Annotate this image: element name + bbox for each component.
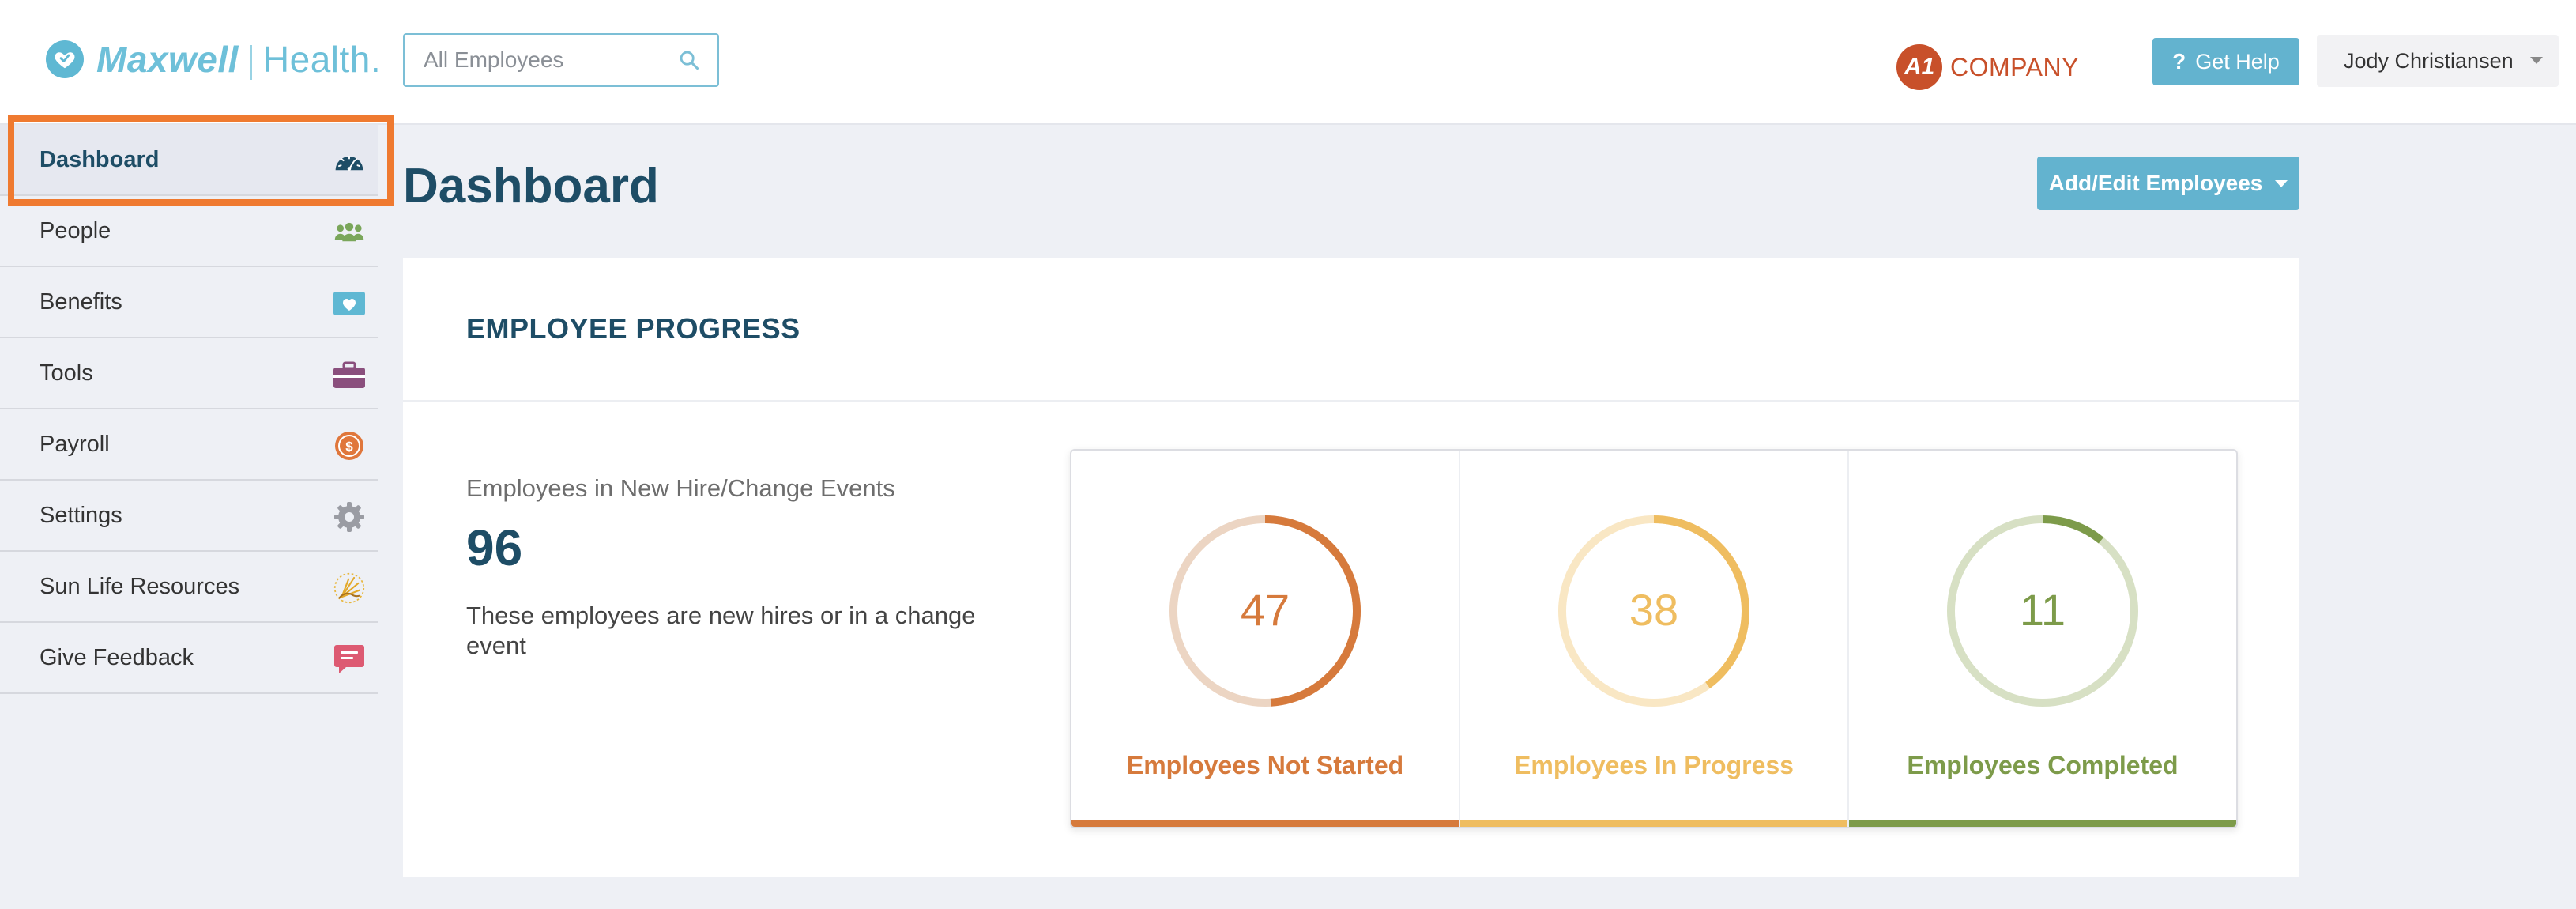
- sidebar-item-give-feedback[interactable]: Give Feedback: [0, 623, 378, 694]
- sidebar-item-label: Sun Life Resources: [40, 573, 240, 599]
- company-badge: A1: [1896, 44, 1942, 90]
- company-name: COMPANY: [1950, 52, 2079, 81]
- progress-stats-panel: 47 Employees Not Started 38 Employees In…: [1070, 449, 2238, 828]
- stat-value: 47: [1241, 585, 1290, 635]
- heart-card-icon: [333, 288, 365, 319]
- stat-not-started[interactable]: 47 Employees Not Started: [1071, 451, 1460, 827]
- company-logo: A1 COMPANY: [1896, 44, 2079, 90]
- maxwell-heart-icon: [46, 40, 84, 78]
- get-help-button[interactable]: ? Get Help: [2152, 38, 2299, 85]
- get-help-label: Get Help: [2195, 49, 2280, 74]
- sidebar-item-payroll[interactable]: Payroll $: [0, 409, 378, 481]
- sidebar-item-dashboard[interactable]: Dashboard: [0, 125, 378, 196]
- logo-separator: [249, 44, 252, 80]
- sidebar-item-people[interactable]: People: [0, 196, 378, 267]
- summary-label: Employees in New Hire/Change Events: [466, 474, 895, 502]
- sidebar-item-label: Give Feedback: [40, 644, 194, 670]
- svg-text:$: $: [345, 439, 353, 455]
- logo-word-maxwell: Maxwell: [96, 39, 239, 80]
- top-header: Maxwell Health. A1 COMPANY ? Get Help Jod…: [0, 0, 2576, 125]
- people-icon: [333, 217, 365, 248]
- stat-in-progress[interactable]: 38 Employees In Progress: [1460, 451, 1849, 827]
- chevron-down-icon: [2530, 57, 2543, 64]
- gear-icon: [333, 501, 365, 533]
- card-header: EMPLOYEE PROGRESS: [403, 258, 2299, 402]
- speedometer-icon: [333, 145, 365, 177]
- toolbox-icon: [333, 359, 365, 390]
- sidebar-item-label: Tools: [40, 360, 93, 386]
- feedback-icon: [333, 643, 365, 675]
- sidebar-item-label: Payroll: [40, 431, 110, 457]
- sidebar-item-label: Dashboard: [40, 146, 160, 172]
- add-edit-employees-button[interactable]: Add/Edit Employees: [2037, 157, 2299, 210]
- employee-progress-card: EMPLOYEE PROGRESS Employees in New Hire/…: [403, 258, 2299, 877]
- stat-label: Employees Not Started: [1126, 751, 1404, 779]
- sun-life-icon: [333, 572, 365, 604]
- sidebar-item-tools[interactable]: Tools: [0, 338, 378, 409]
- donut-completed: 11: [1947, 515, 2138, 707]
- stat-value: 11: [2020, 585, 2066, 635]
- sidebar-item-label: Benefits: [40, 289, 122, 315]
- sidebar-item-label: People: [40, 217, 111, 243]
- stat-label: Employees In Progress: [1514, 751, 1794, 779]
- search-icon[interactable]: [678, 49, 700, 75]
- sidebar-item-settings[interactable]: Settings: [0, 481, 378, 552]
- stat-completed[interactable]: 11 Employees Completed: [1849, 451, 2236, 827]
- donut-not-started: 47: [1169, 515, 1361, 707]
- sidebar-item-sun-life-resources[interactable]: Sun Life Resources: [0, 552, 378, 623]
- stat-value: 38: [1629, 585, 1678, 635]
- card-title: EMPLOYEE PROGRESS: [466, 312, 800, 345]
- maxwell-health-logo[interactable]: Maxwell Health.: [46, 35, 381, 84]
- stat-color-bar: [1460, 820, 1847, 827]
- logo-word-health: Health.: [262, 39, 382, 80]
- logo-wordmark: Maxwell Health.: [96, 38, 381, 81]
- summary-count: 96: [466, 519, 523, 576]
- stat-label: Employees Completed: [1907, 751, 2179, 779]
- sidebar-item-label: Settings: [40, 502, 122, 528]
- add-edit-employees-label: Add/Edit Employees: [2048, 171, 2263, 195]
- stat-color-bar: [1849, 820, 2236, 827]
- summary-description: These employees are new hires or in a ch…: [466, 602, 976, 659]
- chevron-down-icon: [2275, 179, 2288, 187]
- user-name: Jody Christiansen: [2344, 48, 2514, 73]
- search-input[interactable]: [405, 35, 657, 85]
- dollar-coin-icon: $: [333, 430, 365, 462]
- stat-color-bar: [1071, 820, 1459, 827]
- sidebar-nav: Dashboard People Benefits Tools Payroll …: [0, 125, 378, 694]
- page-title: Dashboard: [403, 159, 659, 213]
- user-menu-button[interactable]: Jody Christiansen: [2317, 35, 2559, 87]
- employee-search: [403, 33, 719, 87]
- donut-in-progress: 38: [1558, 515, 1749, 707]
- sidebar-item-benefits[interactable]: Benefits: [0, 267, 378, 338]
- question-icon: ?: [2172, 49, 2186, 74]
